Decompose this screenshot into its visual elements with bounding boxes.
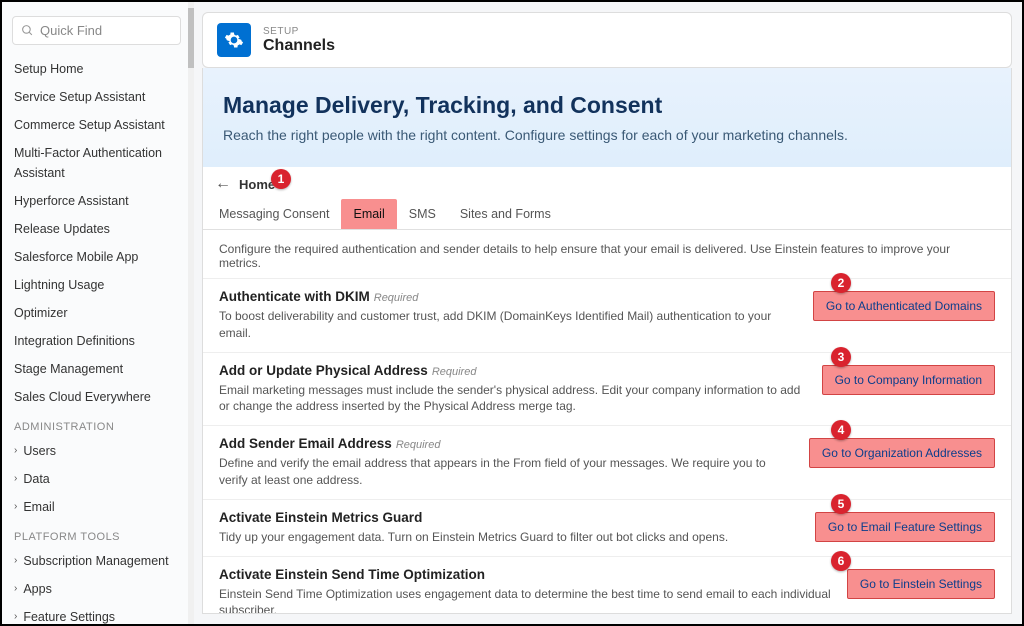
sidebar-item[interactable]: Setup Home	[2, 55, 191, 83]
setting-title: Activate Einstein Send Time Optimization	[219, 567, 831, 582]
sidebar-item[interactable]: › Feature Settings	[2, 603, 191, 624]
sidebar-label: Apps	[23, 579, 52, 599]
sidebar-item[interactable]: Optimizer	[2, 299, 191, 327]
search-placeholder: Quick Find	[40, 23, 102, 38]
setting-row: Activate Einstein Metrics Guard Tidy up y…	[203, 499, 1011, 556]
setting-row: Authenticate with DKIMRequired To boost d…	[203, 278, 1011, 352]
chevron-right-icon: ›	[14, 609, 17, 624]
required-label: Required	[432, 366, 477, 378]
setting-row: Add Sender Email AddressRequired Define a…	[203, 425, 1011, 499]
setting-title: Authenticate with DKIMRequired	[219, 289, 797, 304]
tab-sites-and-forms[interactable]: Sites and Forms	[448, 199, 563, 229]
setting-title: Add Sender Email AddressRequired	[219, 436, 793, 451]
page-header: SETUP Channels	[202, 12, 1012, 68]
sidebar-item[interactable]: › Email	[2, 493, 191, 521]
sidebar: Quick Find Setup HomeService Setup Assis…	[2, 2, 192, 624]
sidebar-item[interactable]: › Users	[2, 437, 191, 465]
required-label: Required	[396, 439, 441, 451]
setting-desc: Define and verify the email address that…	[219, 455, 793, 489]
arrow-left-icon: ←	[215, 175, 231, 193]
hero-sub: Reach the right people with the right co…	[223, 127, 991, 143]
sidebar-label: Feature Settings	[23, 607, 115, 624]
hero-title: Manage Delivery, Tracking, and Consent	[223, 92, 991, 119]
sidebar-item[interactable]: Multi-Factor Authentication Assistant	[2, 139, 191, 187]
sidebar-item[interactable]: Sales Cloud Everywhere	[2, 383, 191, 411]
action-button[interactable]: Go to Email Feature Settings	[815, 512, 995, 542]
content: ← Home 1 Messaging ConsentEmailSMSSites …	[202, 167, 1012, 614]
sidebar-item[interactable]: Commerce Setup Assistant	[2, 111, 191, 139]
tab-sms[interactable]: SMS	[397, 199, 448, 229]
section-admin: ADMINISTRATION	[2, 411, 191, 437]
chevron-right-icon: ›	[14, 553, 17, 569]
setting-row: Activate Einstein Send Time Optimization…	[203, 556, 1011, 614]
action-button[interactable]: Go to Company Information	[822, 365, 995, 395]
back-label: Home	[239, 177, 275, 192]
sidebar-item[interactable]: Hyperforce Assistant	[2, 187, 191, 215]
annotation-1: 1	[271, 169, 291, 189]
chevron-right-icon: ›	[14, 581, 17, 597]
chevron-right-icon: ›	[14, 443, 17, 459]
main-panel: SETUP Channels Manage Delivery, Tracking…	[192, 2, 1022, 624]
setting-desc: Einstein Send Time Optimization uses eng…	[219, 586, 831, 614]
action-button[interactable]: Go to Einstein Settings	[847, 569, 995, 599]
annotation-2: 2	[831, 273, 851, 293]
setting-title: Add or Update Physical AddressRequired	[219, 363, 806, 378]
breadcrumb[interactable]: ← Home 1	[203, 167, 1011, 199]
gear-icon	[217, 23, 251, 57]
sidebar-label: Users	[23, 441, 56, 461]
scrollbar[interactable]	[188, 2, 194, 624]
setting-desc: To boost deliverability and customer tru…	[219, 308, 797, 342]
sidebar-label: Subscription Management	[23, 551, 168, 571]
action-button[interactable]: Go to Organization Addresses	[809, 438, 995, 468]
sidebar-item[interactable]: › Data	[2, 465, 191, 493]
search-icon	[21, 24, 34, 37]
page-title: Channels	[263, 37, 335, 55]
sidebar-item[interactable]: › Apps	[2, 575, 191, 603]
tab-messaging-consent[interactable]: Messaging Consent	[207, 199, 341, 229]
annotation-6: 6	[831, 551, 851, 571]
sidebar-item[interactable]: Stage Management	[2, 355, 191, 383]
sidebar-label: Data	[23, 469, 49, 489]
setting-desc: Email marketing messages must include th…	[219, 382, 806, 416]
sidebar-item[interactable]: Salesforce Mobile App	[2, 243, 191, 271]
annotation-4: 4	[831, 420, 851, 440]
tabs: Messaging ConsentEmailSMSSites and Forms	[203, 199, 1011, 230]
annotation-3: 3	[831, 347, 851, 367]
sidebar-item[interactable]: › Subscription Management	[2, 547, 191, 575]
header-sup: SETUP	[263, 26, 335, 37]
setting-row: Add or Update Physical AddressRequired Em…	[203, 352, 1011, 426]
search-input[interactable]: Quick Find	[12, 16, 181, 45]
action-button[interactable]: Go to Authenticated Domains	[813, 291, 995, 321]
setting-title: Activate Einstein Metrics Guard	[219, 510, 799, 525]
chevron-right-icon: ›	[14, 499, 17, 515]
sidebar-item[interactable]: Service Setup Assistant	[2, 83, 191, 111]
hero: Manage Delivery, Tracking, and Consent R…	[202, 68, 1012, 167]
setting-desc: Tidy up your engagement data. Turn on Ei…	[219, 529, 799, 546]
required-label: Required	[374, 292, 419, 304]
content-desc: Configure the required authentication an…	[203, 230, 1011, 278]
sidebar-item[interactable]: Integration Definitions	[2, 327, 191, 355]
annotation-5: 5	[831, 494, 851, 514]
sidebar-item[interactable]: Lightning Usage	[2, 271, 191, 299]
sidebar-item[interactable]: Release Updates	[2, 215, 191, 243]
chevron-right-icon: ›	[14, 471, 17, 487]
tab-email[interactable]: Email	[341, 199, 396, 229]
section-platform: PLATFORM TOOLS	[2, 521, 191, 547]
sidebar-label: Email	[23, 497, 54, 517]
